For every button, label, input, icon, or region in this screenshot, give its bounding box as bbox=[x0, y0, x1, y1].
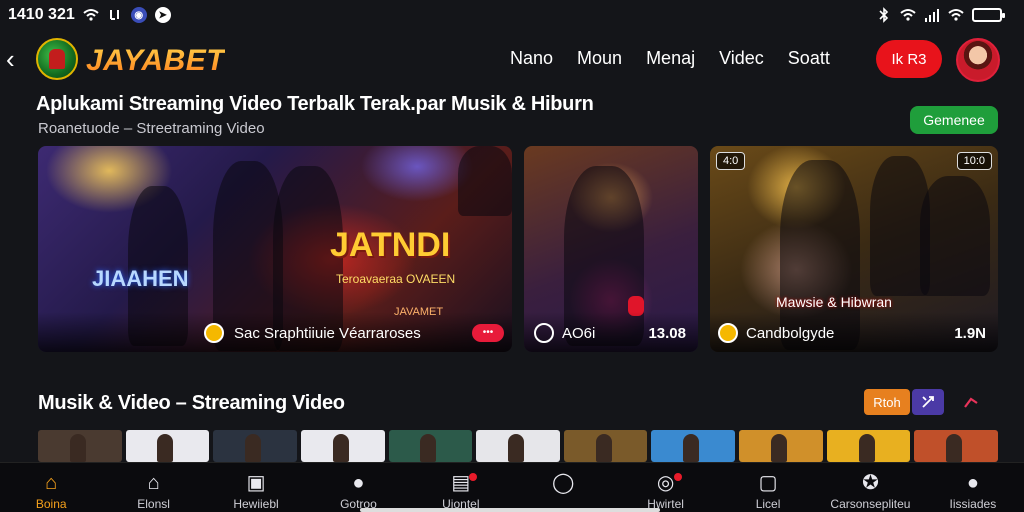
card-duration: 13.08 bbox=[648, 325, 686, 342]
bottom-nav-item-5[interactable]: ▤ Uiontel bbox=[410, 463, 512, 512]
disc-icon: ◎ bbox=[656, 472, 675, 494]
wifi-icon bbox=[83, 7, 99, 23]
share-icon[interactable] bbox=[958, 389, 984, 415]
award-icon: ✪ bbox=[862, 472, 879, 494]
bookmark-icon: ▢ bbox=[758, 472, 778, 494]
bluetooth-icon bbox=[876, 7, 892, 23]
app-icon: ◉ bbox=[130, 7, 147, 23]
play-ring-icon[interactable] bbox=[534, 323, 554, 343]
thumbnail-strip bbox=[38, 430, 998, 462]
notification-dot bbox=[469, 473, 478, 481]
home-icon: ⌂ bbox=[45, 472, 58, 494]
performer-figure bbox=[920, 176, 990, 296]
bottom-nav-label: Hewiiebl bbox=[233, 497, 279, 511]
video-thumbnail[interactable] bbox=[826, 430, 911, 462]
video-thumbnail[interactable] bbox=[739, 430, 823, 462]
card-title: Candbolgyde bbox=[746, 325, 835, 342]
badge-left: 4:0 bbox=[716, 152, 746, 170]
chat-bubble-icon: ◯ bbox=[552, 472, 575, 494]
page-title: Aplukami Streaming Video Terbalk Terak.p… bbox=[36, 93, 594, 115]
bottom-nav-item-7[interactable]: ◎ Hwirtel bbox=[614, 463, 716, 512]
card-duration: 1.9N bbox=[954, 325, 986, 342]
page-subtitle: Roanetuode – Streetraming Video bbox=[38, 120, 265, 137]
bottom-nav-item-10[interactable]: ● Iissiades bbox=[922, 463, 1024, 512]
bottom-nav-item-4[interactable]: ● Gotroo bbox=[307, 463, 409, 512]
more-options-icon[interactable]: ••• bbox=[472, 324, 504, 342]
card-title: AO6i bbox=[562, 325, 596, 342]
back-arrow-icon[interactable]: ‹ bbox=[6, 46, 26, 72]
video-thumbnail[interactable] bbox=[388, 430, 473, 462]
top-nav: Nano Moun Menaj Videc Soatt bbox=[510, 48, 830, 69]
app-header: ‹ JAYABET Nano Moun Menaj Videc Soatt Ik… bbox=[0, 34, 1024, 86]
chat-icon: ➤ bbox=[154, 7, 171, 23]
profile-icon: ● bbox=[966, 472, 979, 494]
bottom-nav-label: Boina bbox=[35, 497, 67, 511]
nav-item-5[interactable]: Soatt bbox=[788, 48, 830, 69]
video-thumbnail[interactable] bbox=[125, 430, 210, 462]
bottom-nav-label: Carsonsepliteu bbox=[830, 497, 911, 511]
featured-card-2[interactable]: AO6i 13.08 bbox=[524, 146, 698, 352]
bottom-nav-item-8[interactable]: ▢ Licel bbox=[717, 463, 819, 512]
battery-icon bbox=[972, 8, 1005, 22]
poster-title-large: JATNDI bbox=[330, 226, 451, 264]
section-title: Musik & Video – Streaming Video bbox=[38, 392, 345, 414]
box-icon: ▤ bbox=[451, 472, 471, 494]
video-thumbnail[interactable] bbox=[914, 430, 998, 462]
generate-button[interactable]: Gemenee bbox=[910, 106, 998, 134]
status-left: 1410 321 ◉ ➤ bbox=[8, 6, 171, 24]
home-indicator[interactable] bbox=[360, 508, 660, 512]
brand-logo[interactable]: JAYABET bbox=[86, 44, 225, 78]
bottom-nav-item-9[interactable]: ✪ Carsonsepliteu bbox=[819, 463, 921, 512]
status-time: 1410 321 bbox=[8, 6, 75, 23]
house-outline-icon: ⌂ bbox=[147, 472, 160, 494]
video-thumbnail[interactable] bbox=[476, 430, 560, 462]
wifi-icon bbox=[900, 7, 916, 23]
status-right bbox=[876, 7, 1005, 23]
video-thumbnail[interactable] bbox=[651, 430, 736, 462]
logo-badge-icon bbox=[36, 38, 78, 80]
user-icon: ● bbox=[352, 472, 365, 494]
nav-item-4[interactable]: Videc bbox=[719, 48, 764, 69]
video-icon: ▣ bbox=[246, 472, 266, 494]
poster-title: JIAAHEN bbox=[92, 266, 189, 291]
nav-item-1[interactable]: Nano bbox=[510, 48, 553, 69]
bottom-nav-item-6[interactable]: ◯ bbox=[512, 463, 614, 512]
status-bar: 1410 321 ◉ ➤ bbox=[0, 0, 1024, 30]
video-thumbnail[interactable] bbox=[563, 430, 648, 462]
notification-icon bbox=[107, 7, 123, 23]
performer-figure bbox=[458, 146, 512, 216]
bottom-nav-item-2[interactable]: ⌂ Elonsl bbox=[102, 463, 204, 512]
featured-card-3[interactable]: 4:0 10:0 Mawsie & Hibwran Candbolgyde 1.… bbox=[710, 146, 998, 352]
poster-subtitle: Teroavaeraa OVAEEN bbox=[336, 272, 456, 286]
shuffle-icon[interactable] bbox=[912, 389, 944, 415]
channel-icon bbox=[204, 323, 224, 343]
bottom-nav-item-3[interactable]: ▣ Hewiiebl bbox=[205, 463, 307, 512]
bottom-nav-label: Licel bbox=[755, 497, 781, 511]
notification-dot bbox=[673, 473, 682, 481]
video-thumbnail[interactable] bbox=[300, 430, 385, 462]
signal-icon bbox=[924, 7, 940, 23]
bottom-nav-label: Elonsl bbox=[137, 497, 170, 511]
video-thumbnail[interactable] bbox=[213, 430, 297, 462]
card-caption: Mawsie & Hibwran bbox=[776, 294, 892, 310]
avatar[interactable] bbox=[956, 38, 1000, 82]
card-title: Sac Sraphtiiuie Véarraroses bbox=[234, 325, 421, 342]
refresh-button[interactable]: Rtoh bbox=[864, 389, 910, 415]
nav-item-2[interactable]: Moun bbox=[577, 48, 622, 69]
video-thumbnail[interactable] bbox=[38, 430, 122, 462]
nav-item-3[interactable]: Menaj bbox=[646, 48, 695, 69]
channel-icon bbox=[718, 323, 738, 343]
bottom-nav-label: Iissiades bbox=[949, 497, 997, 511]
login-button[interactable]: Ik R3 bbox=[876, 40, 942, 78]
badge-right: 10:0 bbox=[956, 152, 992, 170]
wifi-icon bbox=[948, 7, 964, 23]
bottom-nav-home[interactable]: ⌂ Boina bbox=[0, 463, 102, 512]
bottom-nav: ⌂ Boina ⌂ Elonsl ▣ Hewiiebl ● Gotroo ▤ U… bbox=[0, 462, 1024, 512]
